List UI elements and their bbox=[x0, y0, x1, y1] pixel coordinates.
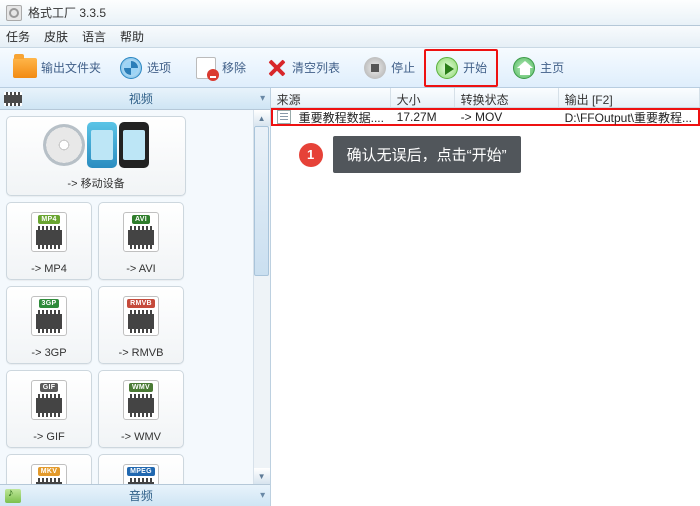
cell-status: -> MOV bbox=[455, 109, 559, 125]
format-mp4[interactable]: MP4 -> MP4 bbox=[6, 202, 92, 280]
table-body: 重要教程数据.... 17.27M -> MOV D:\FFOutput\重要教… bbox=[271, 108, 700, 126]
menu-language[interactable]: 语言 bbox=[82, 28, 106, 45]
scroll-thumb[interactable] bbox=[254, 126, 269, 276]
format-rmvb[interactable]: RMVB -> RMVB bbox=[98, 286, 184, 364]
main-area: 视频 ▾ -> 移动设备 MP4 -> MP4 bbox=[0, 88, 700, 506]
3gp-tag: 3GP bbox=[39, 299, 60, 308]
title-bar: 格式工厂 3.3.5 bbox=[0, 0, 700, 26]
output-folder-button[interactable]: 输出文件夹 bbox=[4, 51, 110, 85]
mpeg-tag: MPEG bbox=[127, 467, 155, 476]
right-panel: 来源 大小 转换状态 输出 [F2] 重要教程数据.... 17.27M -> … bbox=[271, 88, 700, 506]
col-source[interactable]: 来源 bbox=[271, 88, 391, 107]
options-button[interactable]: 选项 bbox=[110, 51, 180, 85]
window-title: 格式工厂 3.3.5 bbox=[28, 4, 106, 21]
callout-number: 1 bbox=[299, 143, 323, 167]
col-output[interactable]: 输出 [F2] bbox=[559, 88, 700, 107]
format-gif[interactable]: GIF -> GIF bbox=[6, 370, 92, 448]
output-folder-label: 输出文件夹 bbox=[41, 59, 101, 76]
format-grid: -> 移动设备 MP4 -> MP4 AVI -> AVI 3GP -> 3GP… bbox=[0, 110, 270, 484]
mp4-tag: MP4 bbox=[38, 215, 59, 224]
app-icon bbox=[6, 5, 22, 21]
format-label: -> 3GP bbox=[31, 345, 66, 363]
document-icon bbox=[277, 110, 291, 124]
audio-tab-label: 音频 bbox=[26, 487, 256, 504]
format-wmv[interactable]: WMV -> WMV bbox=[98, 370, 184, 448]
remove-icon bbox=[196, 57, 216, 79]
format-label: -> RMVB bbox=[119, 345, 164, 363]
home-label: 主页 bbox=[540, 59, 564, 76]
folder-icon bbox=[13, 58, 37, 78]
film-icon bbox=[4, 92, 22, 106]
tablet-icon bbox=[119, 122, 149, 168]
clear-list-button[interactable]: 清空列表 bbox=[255, 51, 349, 85]
chevron-down-icon: ▾ bbox=[256, 490, 270, 501]
col-size[interactable]: 大小 bbox=[391, 88, 455, 107]
avi-tag: AVI bbox=[132, 215, 150, 224]
format-label: -> GIF bbox=[33, 429, 64, 447]
scroll-down-button[interactable]: ▼ bbox=[254, 468, 270, 484]
options-icon bbox=[120, 57, 142, 79]
format-mobile[interactable]: -> 移动设备 bbox=[6, 116, 186, 196]
wmv-tag: WMV bbox=[129, 383, 153, 392]
menu-skin[interactable]: 皮肤 bbox=[44, 28, 68, 45]
menu-help[interactable]: 帮助 bbox=[120, 28, 144, 45]
left-panel: 视频 ▾ -> 移动设备 MP4 -> MP4 bbox=[0, 88, 271, 506]
stop-label: 停止 bbox=[391, 59, 415, 76]
home-icon bbox=[513, 57, 535, 79]
format-3gp[interactable]: 3GP -> 3GP bbox=[6, 286, 92, 364]
remove-button[interactable]: 移除 bbox=[185, 51, 255, 85]
callout-text: 确认无误后，点击“开始” bbox=[333, 136, 521, 173]
vertical-scrollbar[interactable]: ▲ ▼ bbox=[253, 110, 270, 484]
cell-source: 重要教程数据.... bbox=[293, 108, 391, 127]
start-label: 开始 bbox=[463, 59, 487, 76]
video-tab[interactable]: 视频 ▾ bbox=[0, 88, 270, 110]
table-header: 来源 大小 转换状态 输出 [F2] bbox=[271, 88, 700, 108]
mkv-tag: MKV bbox=[38, 467, 60, 476]
col-status[interactable]: 转换状态 bbox=[455, 88, 559, 107]
cell-size: 17.27M bbox=[391, 109, 455, 125]
chevron-up-icon: ▾ bbox=[256, 93, 270, 104]
start-button[interactable]: 开始 bbox=[426, 51, 496, 85]
phone-icon bbox=[87, 122, 117, 168]
video-tab-label: 视频 bbox=[26, 90, 256, 107]
toolbar: 输出文件夹 选项 移除 清空列表 停止 开始 主页 bbox=[0, 48, 700, 88]
audio-tab[interactable]: 音频 ▾ bbox=[0, 484, 270, 506]
menu-task[interactable]: 任务 bbox=[6, 28, 30, 45]
music-note-icon bbox=[5, 489, 21, 503]
home-button[interactable]: 主页 bbox=[503, 51, 573, 85]
play-icon bbox=[436, 57, 458, 79]
cell-output: D:\FFOutput\重要教程... bbox=[559, 108, 698, 127]
format-label: -> 移动设备 bbox=[67, 173, 124, 195]
stop-button[interactable]: 停止 bbox=[354, 51, 424, 85]
gif-tag: GIF bbox=[40, 383, 59, 392]
disc-icon bbox=[43, 124, 85, 166]
format-label: -> MP4 bbox=[31, 261, 67, 279]
format-mkv[interactable]: MKV -> MKV bbox=[6, 454, 92, 484]
format-label: -> AVI bbox=[126, 261, 155, 279]
menu-bar: 任务 皮肤 语言 帮助 bbox=[0, 26, 700, 48]
remove-label: 移除 bbox=[222, 59, 246, 76]
format-label: -> WMV bbox=[121, 429, 161, 447]
options-label: 选项 bbox=[147, 59, 171, 76]
rmvb-tag: RMVB bbox=[127, 299, 155, 308]
scroll-up-button[interactable]: ▲ bbox=[254, 110, 270, 126]
format-mpg[interactable]: MPEG -> MPG bbox=[98, 454, 184, 484]
start-highlight: 开始 bbox=[424, 49, 498, 87]
clear-label: 清空列表 bbox=[292, 59, 340, 76]
stop-icon bbox=[364, 57, 386, 79]
table-row[interactable]: 重要教程数据.... 17.27M -> MOV D:\FFOutput\重要教… bbox=[271, 108, 700, 126]
clear-icon bbox=[266, 58, 286, 78]
format-avi[interactable]: AVI -> AVI bbox=[98, 202, 184, 280]
annotation-callout: 1 确认无误后，点击“开始” bbox=[299, 136, 521, 173]
